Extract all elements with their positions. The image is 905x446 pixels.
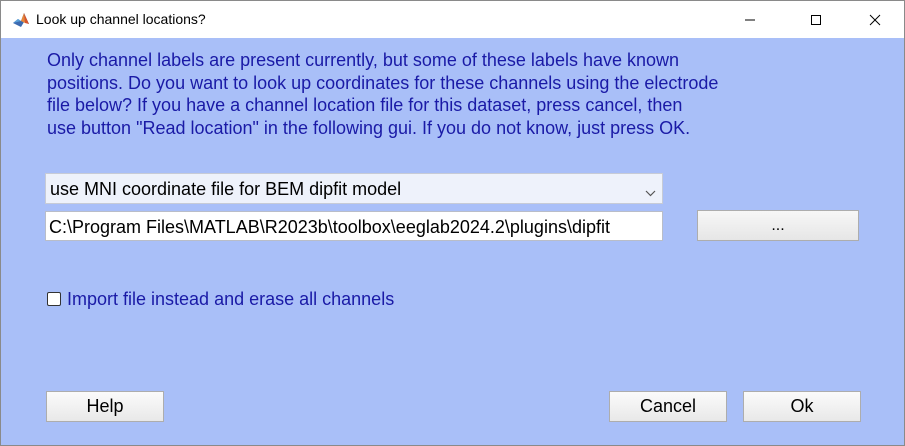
coordinate-file-select-value: use MNI coordinate file for BEM dipfit m… [50, 179, 402, 199]
electrode-file-path-input[interactable]: C:\Program Files\MATLAB\R2023b\toolbox\e… [45, 211, 663, 241]
import-file-checkbox-label[interactable]: Import file instead and erase all channe… [67, 289, 394, 310]
browse-button[interactable]: ... [697, 210, 859, 241]
message-line: positions. Do you want to look up coordi… [47, 72, 719, 93]
maximize-button[interactable] [793, 1, 839, 38]
help-button[interactable]: Help [46, 391, 164, 422]
message-line: use button "Read location" in the follow… [47, 117, 691, 138]
ok-button[interactable]: Ok [743, 391, 861, 422]
close-button[interactable] [852, 1, 898, 38]
chevron-down-icon [645, 184, 656, 202]
dialog-content: Only channel labels are present currentl… [1, 38, 904, 445]
window-title: Look up channel locations? [36, 11, 206, 27]
minimize-icon [744, 14, 756, 26]
dialog-window: Look up channel locations? Only channel … [0, 0, 905, 446]
matlab-icon [12, 11, 30, 29]
maximize-icon [810, 14, 822, 26]
minimize-button[interactable] [727, 1, 773, 38]
coordinate-file-select[interactable]: use MNI coordinate file for BEM dipfit m… [45, 173, 663, 204]
message-text: Only channel labels are present currentl… [47, 49, 807, 139]
close-icon [869, 14, 881, 26]
electrode-file-path-value: C:\Program Files\MATLAB\R2023b\toolbox\e… [49, 217, 610, 237]
title-bar[interactable]: Look up channel locations? [1, 1, 904, 38]
message-line: Only channel labels are present currentl… [47, 50, 680, 70]
cancel-button[interactable]: Cancel [609, 391, 727, 422]
import-file-checkbox-row[interactable]: Import file instead and erase all channe… [47, 288, 394, 310]
message-line: file below? If you have a channel locati… [47, 95, 683, 115]
import-file-checkbox[interactable] [47, 292, 61, 306]
